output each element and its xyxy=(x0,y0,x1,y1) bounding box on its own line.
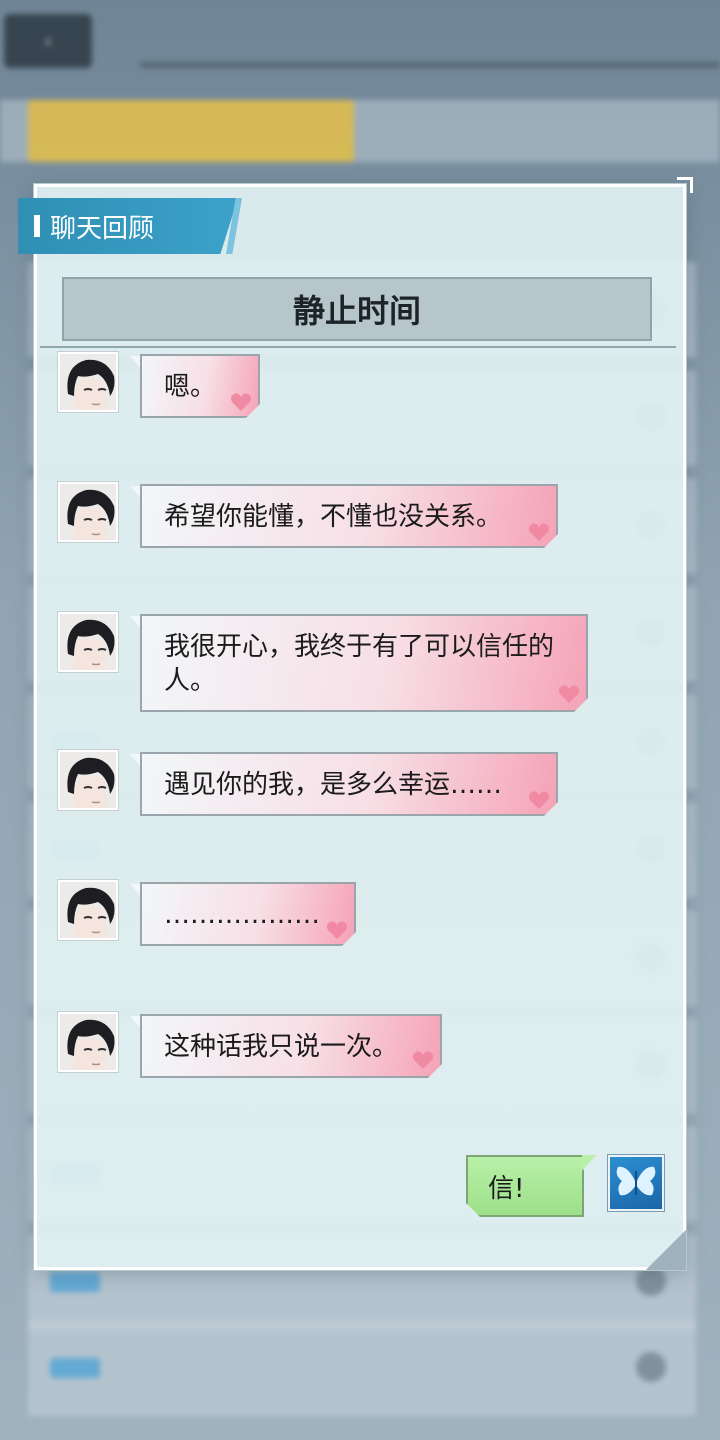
panel-corner-decoration xyxy=(677,177,693,193)
header-accent-bar xyxy=(34,215,40,237)
character-portrait-icon xyxy=(60,354,116,410)
panel-header-tag: 聊天回顾 xyxy=(18,198,238,254)
character-portrait-icon xyxy=(60,882,116,938)
panel-corner-cut xyxy=(646,1230,686,1270)
background-tab xyxy=(370,100,700,162)
character-avatar xyxy=(58,612,118,672)
message-bubble: ……………… xyxy=(140,882,356,946)
topic-divider xyxy=(40,346,676,348)
topic-title-bar: 静止时间 xyxy=(62,277,652,341)
message-text: 这种话我只说一次。 xyxy=(164,1032,399,1062)
heart-icon xyxy=(230,393,252,411)
panel-header-label: 聊天回顾 xyxy=(50,213,155,244)
player-reply-text: 信! xyxy=(488,1173,525,1204)
message-bubble: 这种话我只说一次。 xyxy=(140,1014,442,1078)
character-portrait-icon xyxy=(60,614,116,670)
character-avatar xyxy=(58,482,118,542)
player-reply-bubble: 信! xyxy=(466,1155,584,1217)
message-bubble: 希望你能懂，不懂也没关系。 xyxy=(140,484,558,548)
background-row xyxy=(28,1320,696,1416)
heart-icon xyxy=(412,1051,434,1069)
background-back-button: ‹ xyxy=(4,14,92,68)
background-tab-active xyxy=(28,100,354,162)
character-portrait-icon xyxy=(60,1014,116,1070)
message-text: 嗯。 xyxy=(164,372,217,402)
heart-icon xyxy=(326,921,348,939)
butterfly-icon xyxy=(616,1166,656,1196)
player-avatar xyxy=(608,1155,664,1211)
character-avatar xyxy=(58,352,118,412)
message-bubble: 遇见你的我，是多么幸运…… xyxy=(140,752,558,816)
background-title-underline xyxy=(140,62,720,68)
heart-icon xyxy=(528,791,550,809)
message-text: 遇见你的我，是多么幸运…… xyxy=(164,770,503,800)
character-avatar xyxy=(58,880,118,940)
message-text: 希望你能懂，不懂也没关系。 xyxy=(164,502,503,532)
character-portrait-icon xyxy=(60,484,116,540)
topic-title: 静止时间 xyxy=(292,292,421,330)
heart-icon xyxy=(528,523,550,541)
message-text: 我很开心，我终于有了可以信任的人。 xyxy=(164,632,555,696)
character-portrait-icon xyxy=(60,752,116,808)
character-avatar xyxy=(58,750,118,810)
heart-icon xyxy=(558,685,580,703)
message-bubble: 我很开心，我终于有了可以信任的人。 xyxy=(140,614,588,712)
message-text: ……………… xyxy=(164,900,320,930)
character-avatar xyxy=(58,1012,118,1072)
